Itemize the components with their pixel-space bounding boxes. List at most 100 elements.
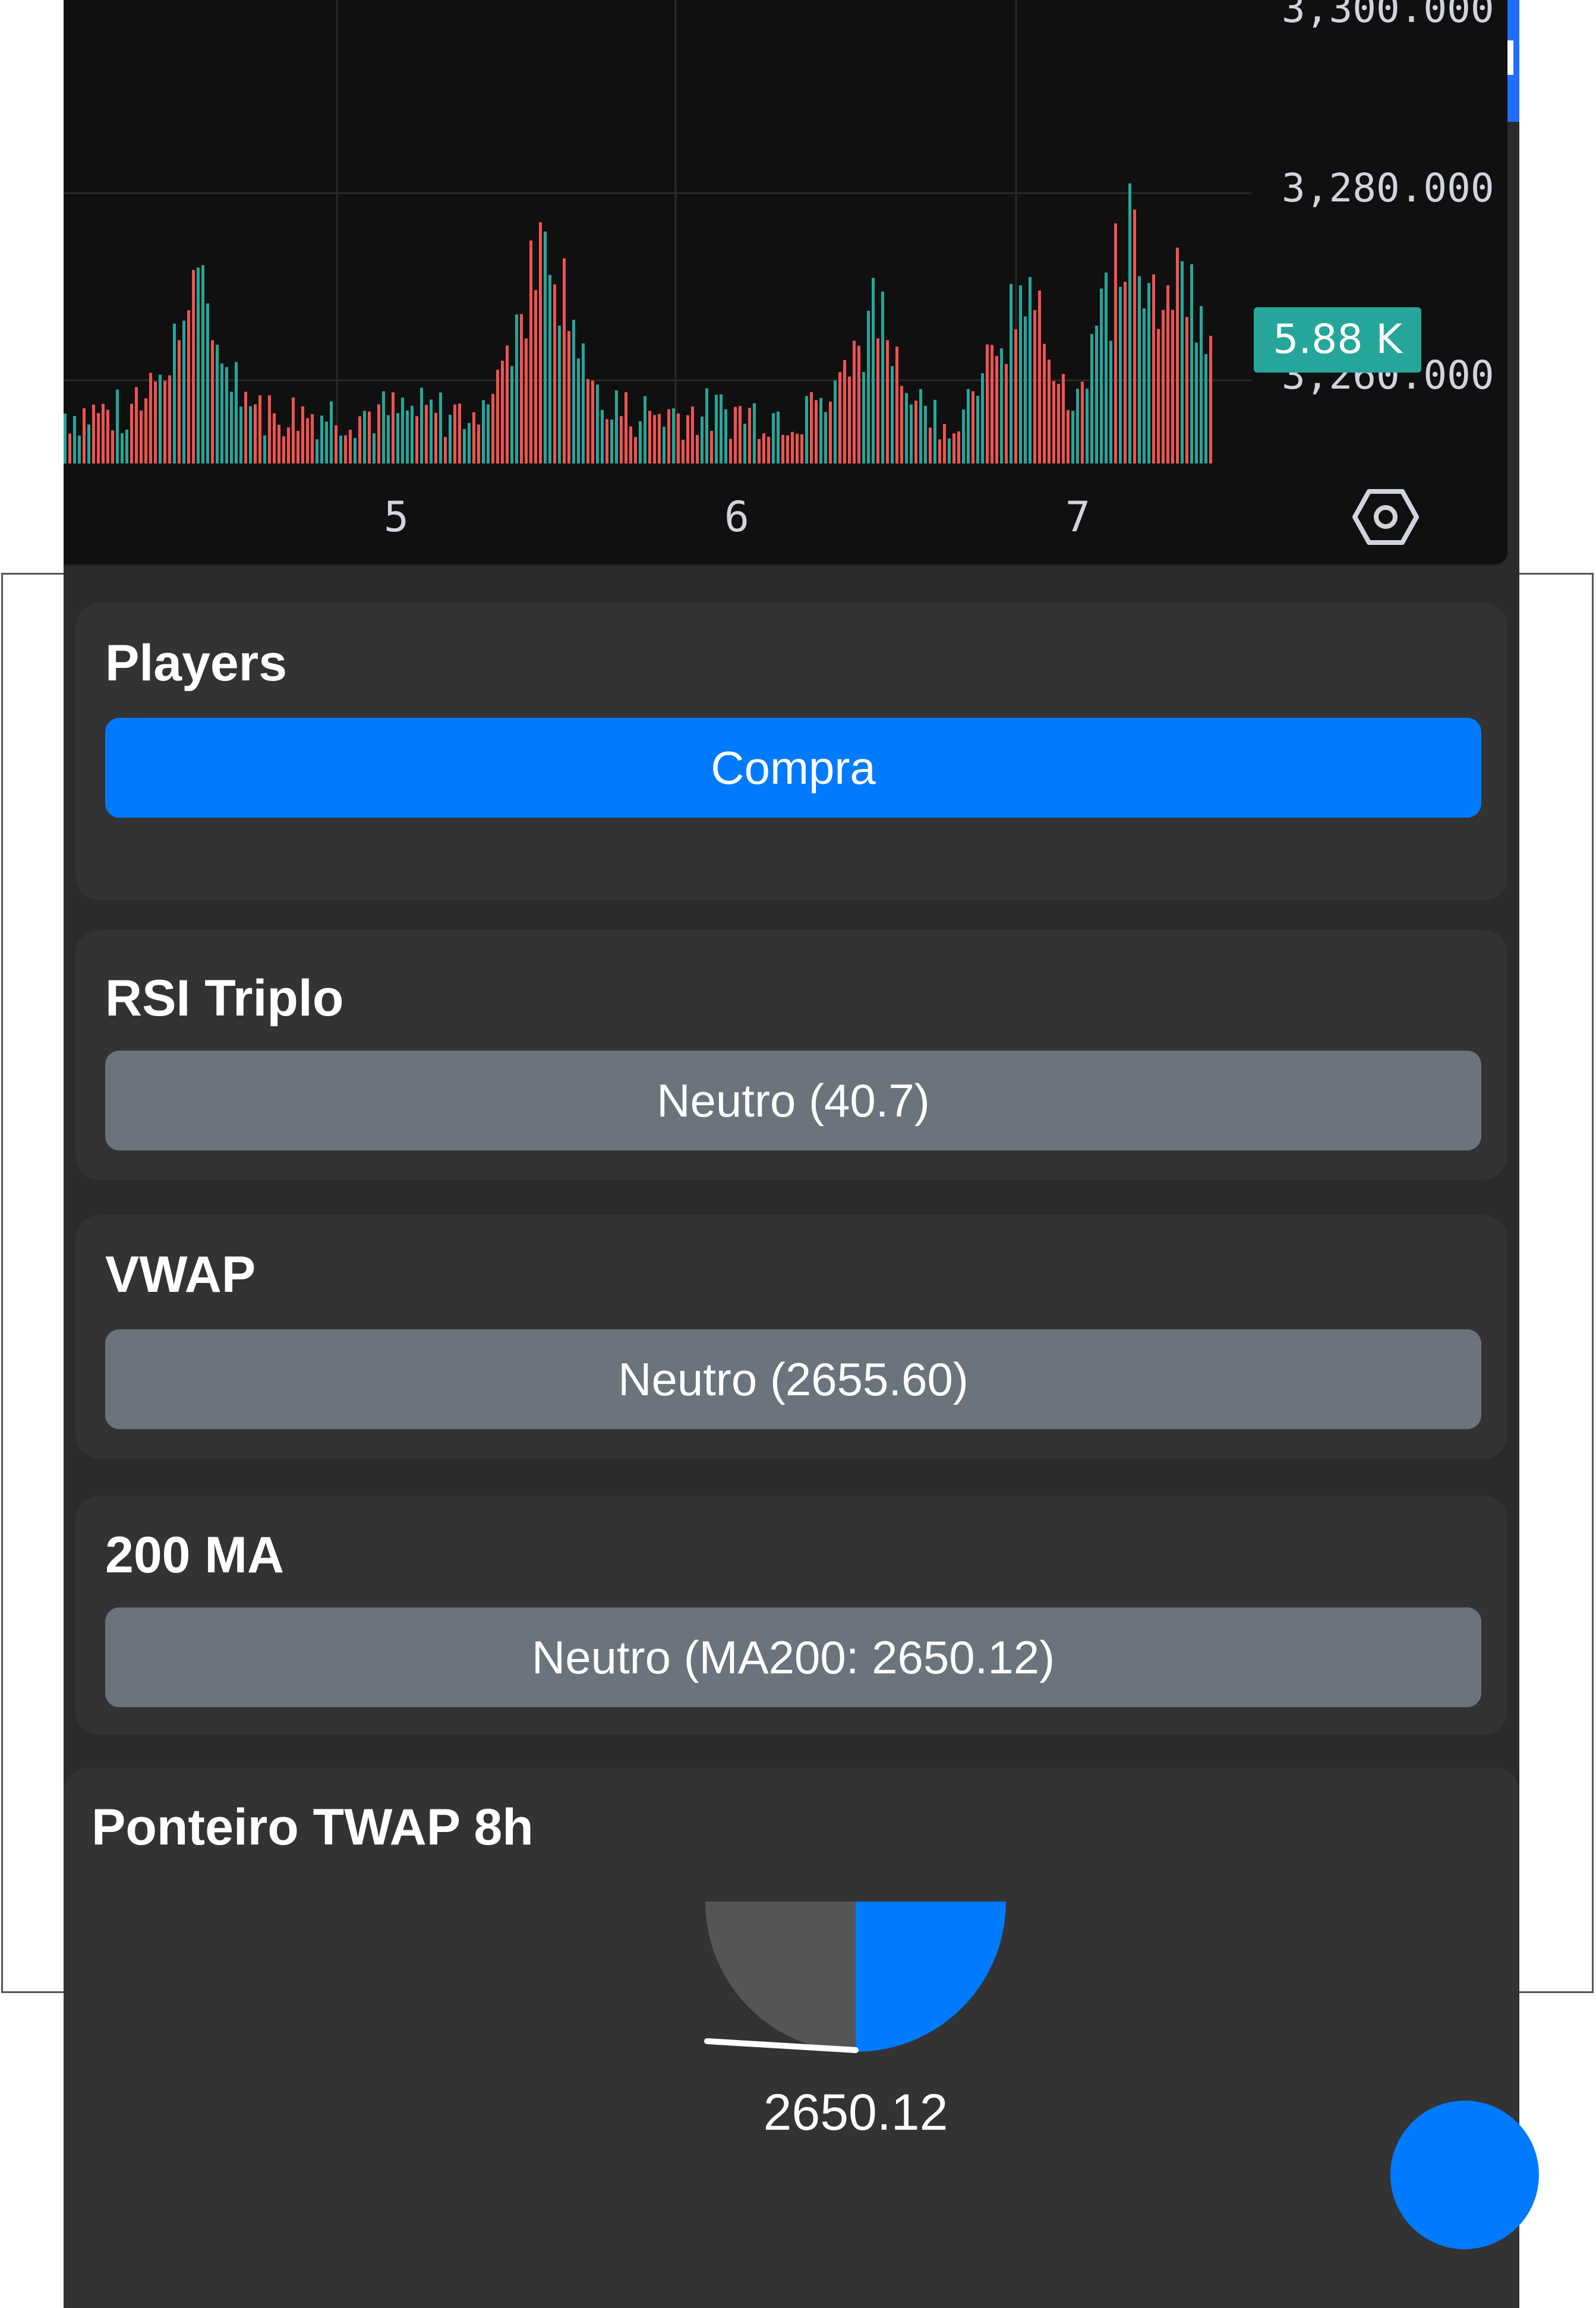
volume-bar [239, 406, 242, 464]
volume-bar [491, 393, 494, 464]
volume-bar [206, 303, 209, 464]
volume-bar [1005, 364, 1008, 464]
volume-bar [781, 434, 784, 464]
volume-bar [140, 410, 143, 464]
volume-bar [715, 395, 718, 464]
volume-bar [976, 396, 979, 464]
volume-bar [439, 392, 442, 464]
volume-bar [591, 380, 594, 464]
volume-bar [1095, 326, 1098, 464]
volume-bar [211, 340, 214, 464]
volume-bar [292, 397, 295, 464]
volume-bar [201, 265, 204, 464]
twap-gauge [704, 1902, 1006, 2053]
volume-bar [663, 427, 665, 464]
volume-bar [277, 424, 280, 464]
volume-bar [900, 386, 903, 464]
gauge-background [705, 1902, 856, 2052]
volume-bar [605, 419, 608, 464]
volume-bar [368, 411, 371, 464]
volume-bar [406, 410, 409, 464]
vwap-signal-button[interactable]: Neutro (2655.60) [105, 1329, 1481, 1429]
x-tick-label: 7 [1065, 493, 1091, 541]
volume-bar [610, 420, 613, 464]
volume-bar [910, 404, 913, 464]
volume-bar [268, 395, 271, 464]
volume-bar [192, 270, 195, 464]
card-title: 200 MA [105, 1527, 285, 1584]
volume-bar [178, 340, 181, 464]
volume-bar [767, 436, 770, 464]
volume-bar [691, 406, 694, 464]
volume-bar [758, 439, 761, 464]
volume-bar [244, 392, 247, 464]
volume-bar [111, 430, 114, 464]
volume-bar [534, 290, 537, 464]
volume-bar [848, 376, 851, 464]
volume-bar [1119, 286, 1122, 464]
volume-bar [1124, 282, 1127, 464]
volume-bar [1067, 409, 1070, 464]
volume-bar [97, 413, 100, 464]
volume-bar [1162, 310, 1165, 464]
x-tick-label: 5 [383, 493, 409, 541]
volume-bar [577, 358, 580, 464]
volume-bar [567, 330, 570, 464]
volume-bar [373, 433, 376, 464]
volume-bar [349, 430, 352, 464]
volume-bar [121, 433, 124, 464]
volume-bar [149, 373, 152, 464]
volume-bar [235, 362, 238, 464]
volume-bar [572, 320, 575, 464]
volume-bar [586, 379, 589, 464]
volume-bar [1105, 272, 1108, 464]
volume-bar [881, 291, 884, 464]
settings-hexagon-icon [1352, 489, 1419, 545]
volume-bar [624, 392, 627, 464]
volume-bar [1157, 329, 1160, 464]
volume-bar [263, 435, 266, 464]
volume-bar [468, 422, 471, 464]
volume-bar [867, 310, 870, 464]
rsi-card: RSI Triplo Neutro (40.7) [75, 930, 1507, 1180]
volume-bar [515, 314, 518, 464]
volume-bar [64, 413, 67, 464]
card-title: Players [105, 635, 288, 692]
volume-bar [130, 403, 133, 464]
volume-bar [667, 409, 670, 464]
volume-bar [682, 439, 685, 464]
chart-settings-button[interactable] [1350, 484, 1421, 550]
volume-bar [558, 325, 561, 464]
volume-bar [1100, 288, 1103, 464]
players-signal-button[interactable]: Compra [105, 718, 1481, 818]
volume-bar [434, 412, 437, 464]
floating-action-button[interactable] [1390, 2101, 1539, 2249]
volume-bar [1209, 336, 1212, 464]
y-tick-label: 3,300.000 [1282, 0, 1494, 31]
rsi-signal-button[interactable]: Neutro (40.7) [105, 1051, 1481, 1150]
volume-bar [548, 275, 551, 464]
volume-bar [116, 389, 119, 464]
volume-bar [805, 396, 808, 464]
volume-bar [330, 401, 333, 464]
price-chart[interactable]: 3,300.000 3,280.000 3,260.000 5.88 K 5 6… [64, 0, 1507, 567]
volume-bar [905, 393, 908, 464]
volume-bar [1057, 384, 1060, 464]
volume-bar [629, 426, 632, 464]
volume-bar [734, 406, 737, 464]
volume-bar [1138, 276, 1141, 464]
volume-bar [720, 394, 723, 464]
volume-bar [287, 427, 290, 464]
volume-bar [701, 417, 704, 464]
ma200-signal-button[interactable]: Neutro (MA200: 2650.12) [105, 1607, 1481, 1707]
volume-bar [634, 437, 637, 464]
volume-bar [168, 375, 171, 464]
volume-bar [411, 405, 414, 464]
volume-bar [487, 404, 490, 464]
volume-bar [872, 278, 875, 464]
volume-bar [653, 415, 656, 464]
volume-bar [615, 390, 618, 464]
volume-bar [1010, 283, 1013, 464]
volume-bar [83, 408, 86, 464]
volume-bar [777, 411, 780, 464]
